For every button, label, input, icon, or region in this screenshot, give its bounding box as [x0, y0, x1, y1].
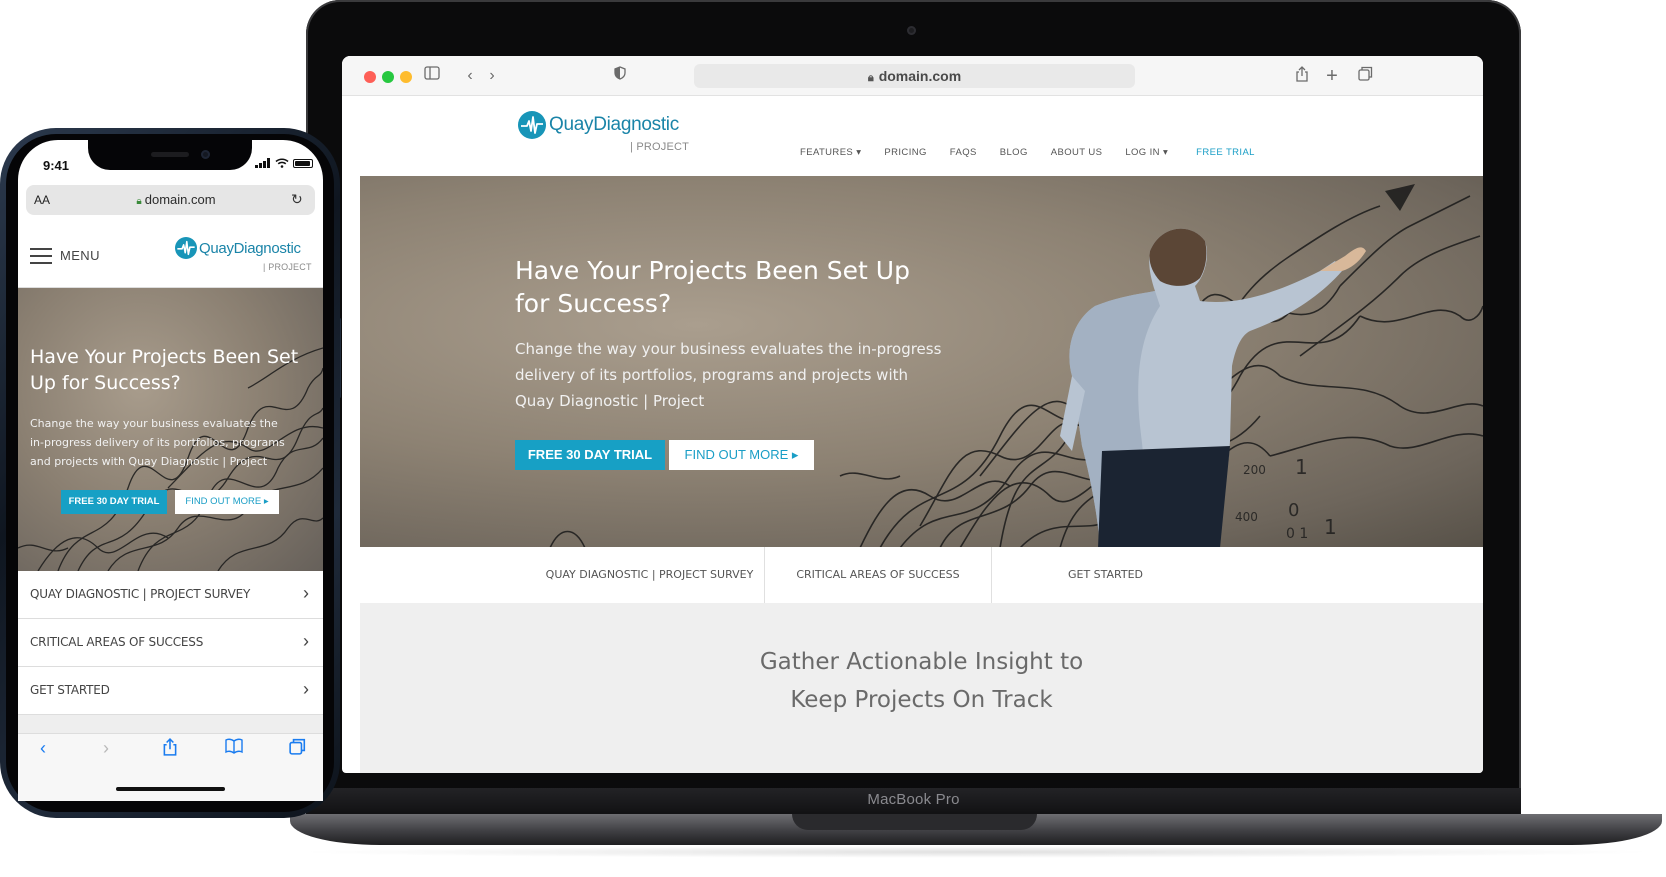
phone-url: domain.com	[144, 192, 216, 207]
nav-about-us[interactable]: ABOUT US	[1051, 147, 1103, 158]
privacy-shield-icon[interactable]	[610, 66, 630, 86]
address-bar-url: domain.com	[878, 68, 962, 84]
hero-title: Have Your Projects Been Set Up for Succe…	[515, 256, 910, 318]
chalk-number-d: 0	[1288, 500, 1299, 521]
chevron-right-icon: ›	[303, 583, 309, 603]
list-item-label: QUAY DIAGNOSTIC | PROJECT SURVEY	[30, 587, 251, 601]
phone-lock-icon: 🔒︎	[136, 196, 142, 207]
phone-speaker	[151, 152, 189, 157]
logo-pulse-icon	[518, 111, 546, 139]
share-icon[interactable]	[1292, 66, 1312, 86]
lock-icon: 🔒︎	[867, 72, 874, 84]
laptop-camera	[907, 26, 916, 35]
chalk-number-b: 1	[1295, 455, 1308, 479]
nav-faqs[interactable]: FAQS	[950, 147, 977, 158]
insight-title-line-2: Keep Projects On Track	[790, 687, 1053, 713]
insight-section: Gather Actionable Insight to Keep Projec…	[360, 603, 1483, 773]
list-item-project-survey[interactable]: QUAY DIAGNOSTIC | PROJECT SURVEY ›	[18, 571, 323, 619]
home-indicator	[116, 787, 225, 791]
menu-label[interactable]: MENU	[60, 248, 100, 263]
insight-title-line-1: Gather Actionable Insight to	[759, 649, 1084, 675]
hero-person-figure	[1060, 228, 1366, 548]
tab-critical-areas[interactable]: CRITICAL AREAS OF SUCCESS	[765, 547, 992, 603]
insight-section-title: Gather Actionable Insight to Keep Projec…	[360, 643, 1483, 719]
find-out-more-button[interactable]: FIND OUT MORE ▸	[669, 440, 814, 470]
laptop-screen: ‹ › 🔒︎domain.com + QuayDiagnostic | PRO	[342, 56, 1483, 773]
phone-logo-subtitle: | PROJECT	[263, 262, 312, 272]
phone-forward-icon[interactable]: ›	[94, 738, 118, 759]
nav-blog[interactable]: BLOG	[1000, 147, 1028, 158]
cellular-signal-icon	[255, 158, 270, 168]
list-item-label: CRITICAL AREAS OF SUCCESS	[30, 635, 204, 649]
device-mockup-stage: MacBook Pro ‹ › 🔒︎ domain.com + QuayDiag…	[0, 0, 1666, 877]
close-window-button[interactable]	[364, 71, 376, 83]
list-item-label: GET STARTED	[30, 683, 110, 697]
tab-project-survey[interactable]: QUAY DIAGNOSTIC | PROJECT SURVEY	[360, 547, 765, 603]
zoom-window-button[interactable]	[382, 71, 394, 83]
phone-logo-pulse-icon	[175, 237, 197, 259]
chalk-number-a: 200	[1243, 463, 1266, 477]
laptop-shadow	[290, 846, 1662, 858]
chalk-number-c: 400	[1235, 510, 1258, 524]
phone-site-logo[interactable]: QuayDiagnostic	[175, 237, 301, 259]
minimize-window-button[interactable]	[400, 71, 412, 83]
tab-get-started[interactable]: GET STARTED	[992, 547, 1219, 603]
chevron-right-icon: ›	[303, 631, 309, 651]
logo-subtitle: | PROJECT	[630, 141, 690, 153]
hero-banner: 200 1 400 0 0 1 1 Have Your Projects Bee…	[360, 176, 1483, 548]
chevron-right-icon: ›	[303, 679, 309, 699]
nav-free-trial[interactable]: FREE TRIAL	[1196, 147, 1255, 158]
hamburger-menu-icon[interactable]	[30, 248, 52, 264]
list-item-get-started[interactable]: GET STARTED ›	[18, 667, 323, 715]
hero-description: Change the way your business evaluates t…	[515, 340, 942, 410]
status-time: 9:41	[43, 158, 70, 173]
laptop-hinge-notch	[792, 814, 1037, 830]
phone-hero-banner: Have Your Projects Been Set Up for Succe…	[18, 288, 323, 571]
phone-section-list: QUAY DIAGNOSTIC | PROJECT SURVEY › CRITI…	[18, 571, 323, 715]
site-logo[interactable]: QuayDiagnostic	[518, 111, 679, 139]
new-tab-icon[interactable]: +	[1322, 66, 1342, 86]
sidebar-toggle-icon[interactable]	[422, 66, 442, 86]
nav-log-in[interactable]: LOG IN ▾	[1125, 147, 1168, 158]
browser-toolbar: ‹ › 🔒︎ domain.com +	[342, 56, 1483, 96]
phone-hero-title: Have Your Projects Been Set Up for Succe…	[30, 346, 299, 394]
nav-features[interactable]: FEATURES ▾	[800, 147, 861, 158]
phone-back-icon[interactable]: ‹	[31, 738, 55, 759]
phone-bookmarks-icon[interactable]	[222, 738, 246, 759]
nav-pricing[interactable]: PRICING	[884, 147, 926, 158]
phone-hero-description: Change the way your business evaluates t…	[30, 417, 285, 468]
main-nav: FEATURES ▾ PRICING FAQS BLOG ABOUT US LO…	[800, 147, 1278, 158]
phone-address-bar-text: 🔒︎ domain.com	[26, 192, 326, 207]
status-icons	[255, 158, 313, 168]
free-trial-button[interactable]: FREE 30 DAY TRIAL	[515, 440, 665, 470]
phone-logo-text: QuayDiagnostic	[199, 239, 301, 257]
phone-camera	[201, 150, 210, 159]
chalk-number-e: 0 1	[1286, 526, 1308, 542]
address-bar[interactable]: 🔒︎ domain.com	[694, 64, 1135, 88]
laptop-model-label: MacBook Pro	[867, 791, 960, 808]
phone-share-icon[interactable]	[158, 738, 182, 761]
chalk-number-f: 1	[1324, 515, 1337, 539]
phone-tabs-icon[interactable]	[285, 738, 309, 760]
battery-icon	[293, 158, 313, 168]
wifi-icon	[275, 158, 289, 168]
phone-free-trial-button[interactable]: FREE 30 DAY TRIAL	[61, 490, 167, 514]
back-icon[interactable]: ‹	[460, 66, 480, 86]
reload-icon[interactable]: ↻	[291, 191, 303, 208]
site-header: QuayDiagnostic | PROJECT FEATURES ▾ PRIC…	[342, 96, 1483, 180]
phone-content-spacer	[18, 715, 323, 733]
list-item-critical-areas[interactable]: CRITICAL AREAS OF SUCCESS ›	[18, 619, 323, 667]
section-tabs: QUAY DIAGNOSTIC | PROJECT SURVEY CRITICA…	[360, 547, 1483, 603]
logo-text: QuayDiagnostic	[549, 114, 679, 135]
forward-icon[interactable]: ›	[482, 66, 502, 86]
phone-find-out-more-button[interactable]: FIND OUT MORE ▸	[175, 490, 279, 514]
tab-overview-icon[interactable]	[1355, 66, 1375, 86]
